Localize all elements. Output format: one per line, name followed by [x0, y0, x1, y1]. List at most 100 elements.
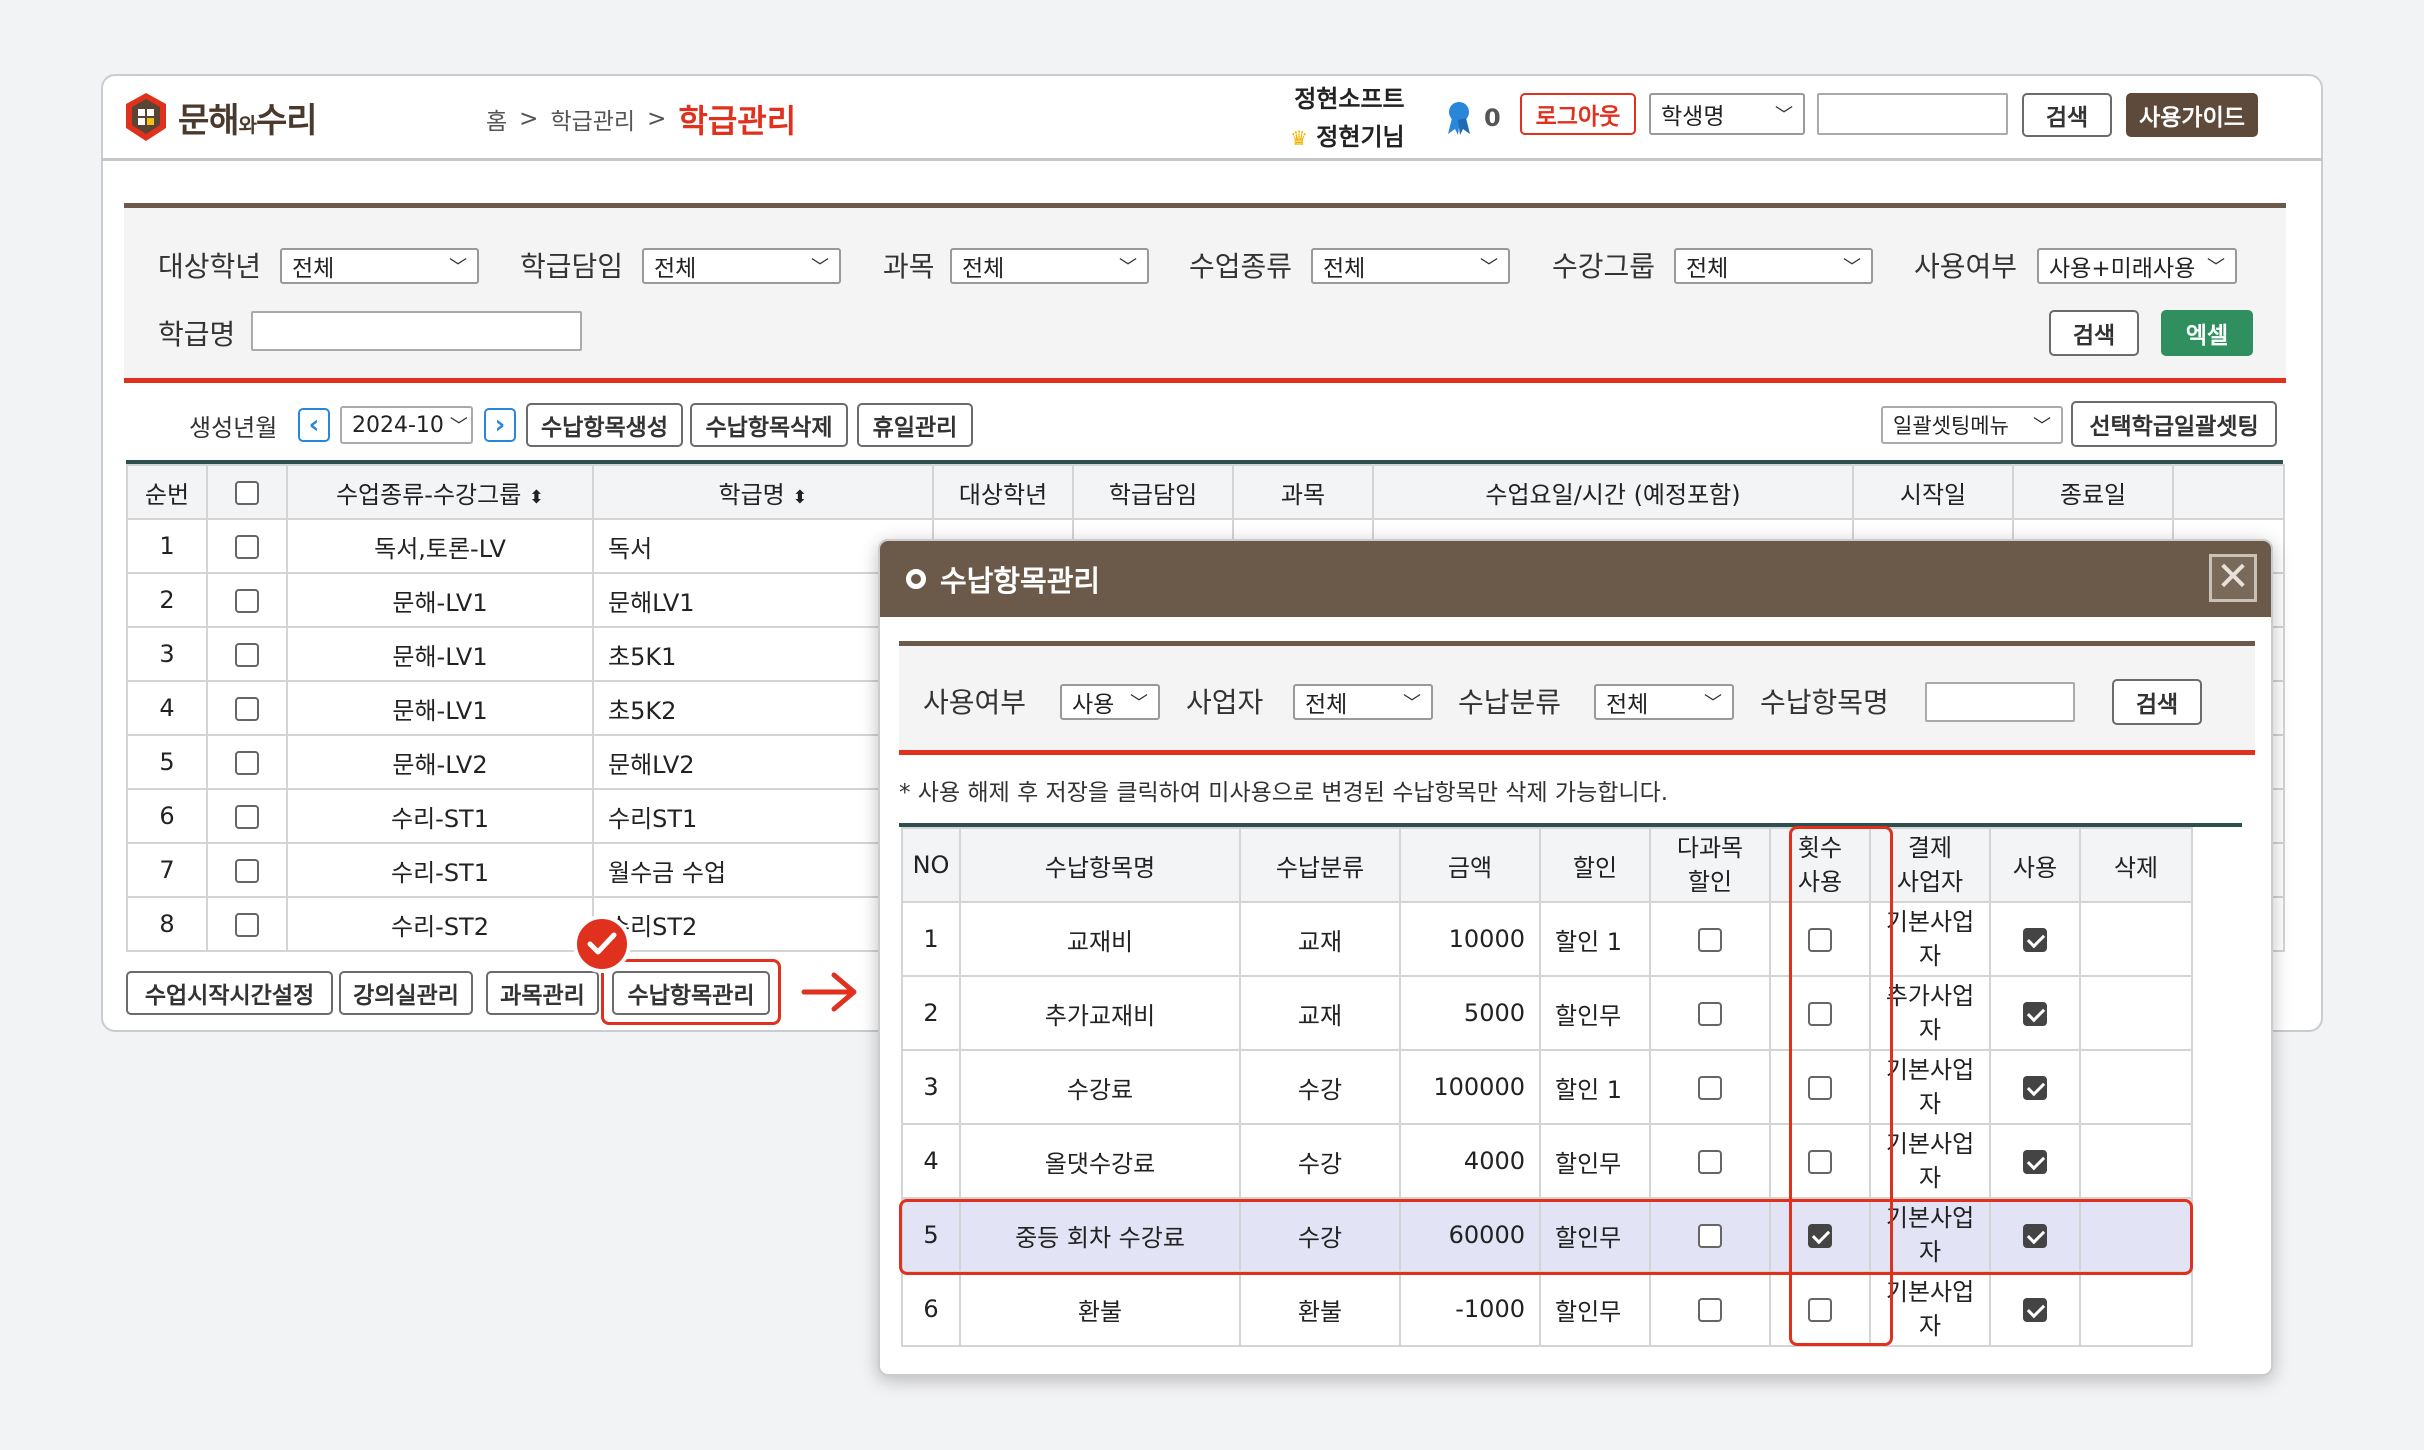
- create-items-button[interactable]: 수납항목생성: [526, 403, 683, 447]
- row-select[interactable]: [206, 896, 288, 952]
- multi-discount-checkbox[interactable]: [1698, 1076, 1722, 1100]
- col-select-all[interactable]: [206, 464, 288, 520]
- row-count-cell[interactable]: [1769, 1123, 1871, 1199]
- row-use-cell[interactable]: [1989, 1271, 2081, 1347]
- multi-discount-checkbox[interactable]: [1698, 1002, 1722, 1026]
- row-select[interactable]: [206, 680, 288, 736]
- breadcrumb-home[interactable]: 홈: [486, 102, 507, 136]
- payment-item-row-highlighted[interactable]: 5 중등 회차 수강료 수강 60000 할인무 기본사업 자: [901, 1197, 2193, 1273]
- row-checkbox[interactable]: [235, 859, 259, 883]
- row-multi-cell[interactable]: [1649, 975, 1771, 1051]
- row-checkbox[interactable]: [235, 805, 259, 829]
- use-checkbox[interactable]: [2023, 1298, 2047, 1322]
- count-use-checkbox[interactable]: [1808, 1298, 1832, 1322]
- prev-month-icon[interactable]: ‹: [298, 408, 330, 442]
- count-use-checkbox[interactable]: [1808, 1002, 1832, 1026]
- modal-use-select[interactable]: 사용 ﹀: [1060, 684, 1160, 720]
- use-select[interactable]: 사용+미래사용 ﹀: [2037, 248, 2237, 284]
- modal-biz-select[interactable]: 전체 ﹀: [1293, 684, 1433, 720]
- modal-search-button[interactable]: 검색: [2112, 679, 2202, 725]
- multi-discount-checkbox[interactable]: [1698, 1150, 1722, 1174]
- room-button[interactable]: 강의실관리: [339, 971, 473, 1015]
- row-use-cell[interactable]: [1989, 1197, 2081, 1273]
- payment-items-button[interactable]: 수납항목관리: [612, 971, 770, 1015]
- payment-item-row[interactable]: 1 교재비 교재 10000 할인 1 기본사업 자: [901, 901, 2193, 977]
- classname-input[interactable]: [251, 311, 582, 351]
- sort-icon[interactable]: ⬍: [792, 487, 807, 508]
- payment-item-row[interactable]: 2 추가교재비 교재 5000 할인무 추가사업 자: [901, 975, 2193, 1051]
- use-checkbox[interactable]: [2023, 928, 2047, 952]
- row-delete[interactable]: [2079, 975, 2193, 1051]
- row-checkbox[interactable]: [235, 643, 259, 667]
- row-count-cell[interactable]: [1769, 901, 1871, 977]
- holiday-button[interactable]: 휴일관리: [857, 403, 973, 447]
- row-checkbox[interactable]: [235, 913, 259, 937]
- subject-mgmt-button[interactable]: 과목관리: [486, 971, 599, 1015]
- count-use-checkbox[interactable]: [1808, 1076, 1832, 1100]
- row-select[interactable]: [206, 572, 288, 628]
- row-delete[interactable]: [2079, 1049, 2193, 1125]
- row-use-cell[interactable]: [1989, 1123, 2081, 1199]
- use-checkbox[interactable]: [2023, 1076, 2047, 1100]
- use-checkbox[interactable]: [2023, 1150, 2047, 1174]
- row-select[interactable]: [206, 518, 288, 574]
- classtype-select[interactable]: 전체 ﹀: [1311, 248, 1510, 284]
- close-icon[interactable]: ✕: [2209, 554, 2257, 602]
- subject-select[interactable]: 전체 ﹀: [950, 248, 1149, 284]
- delete-items-button[interactable]: 수납항목삭제: [690, 403, 848, 447]
- col-name[interactable]: 학급명 ⬍: [592, 464, 934, 520]
- row-count-cell[interactable]: [1769, 1197, 1871, 1273]
- multi-discount-checkbox[interactable]: [1698, 1298, 1722, 1322]
- breadcrumb-class-mgmt[interactable]: 학급관리: [550, 102, 635, 136]
- row-use-cell[interactable]: [1989, 901, 2081, 977]
- row-multi-cell[interactable]: [1649, 1271, 1771, 1347]
- guide-button[interactable]: 사용가이드: [2126, 93, 2258, 137]
- use-checkbox[interactable]: [2023, 1002, 2047, 1026]
- logout-button[interactable]: 로그아웃: [1520, 93, 1636, 135]
- select-all-checkbox[interactable]: [235, 481, 259, 505]
- row-checkbox[interactable]: [235, 697, 259, 721]
- group-select[interactable]: 전체 ﹀: [1674, 248, 1873, 284]
- batch-menu-select[interactable]: 일괄셋팅메뉴 ﹀: [1881, 406, 2063, 444]
- grade-select[interactable]: 전체 ﹀: [280, 248, 479, 284]
- header-search-button[interactable]: 검색: [2022, 93, 2112, 137]
- row-multi-cell[interactable]: [1649, 1197, 1771, 1273]
- row-checkbox[interactable]: [235, 535, 259, 559]
- row-count-cell[interactable]: [1769, 1271, 1871, 1347]
- excel-button[interactable]: 엑셀: [2161, 310, 2253, 356]
- col-group[interactable]: 수업종류-수강그룹 ⬍: [286, 464, 594, 520]
- next-month-icon[interactable]: ›: [484, 408, 516, 442]
- row-multi-cell[interactable]: [1649, 1123, 1771, 1199]
- row-select[interactable]: [206, 626, 288, 682]
- month-select[interactable]: 2024-10 ﹀: [340, 406, 473, 444]
- row-checkbox[interactable]: [235, 589, 259, 613]
- row-use-cell[interactable]: [1989, 975, 2081, 1051]
- modal-category-select[interactable]: 전체 ﹀: [1594, 684, 1734, 720]
- row-select[interactable]: [206, 788, 288, 844]
- row-delete[interactable]: [2079, 1271, 2193, 1347]
- count-use-checkbox[interactable]: [1808, 1224, 1832, 1248]
- row-delete[interactable]: [2079, 1123, 2193, 1199]
- row-multi-cell[interactable]: [1649, 1049, 1771, 1125]
- count-use-checkbox[interactable]: [1808, 928, 1832, 952]
- logo[interactable]: 문해와수리: [124, 91, 318, 143]
- start-time-button[interactable]: 수업시작시간설정: [126, 971, 333, 1015]
- sort-icon[interactable]: ⬍: [529, 487, 544, 508]
- payment-item-row[interactable]: 4 올댓수강료 수강 4000 할인무 기본사업 자: [901, 1123, 2193, 1199]
- header-search-input[interactable]: [1817, 93, 2008, 135]
- multi-discount-checkbox[interactable]: [1698, 1224, 1722, 1248]
- row-multi-cell[interactable]: [1649, 901, 1771, 977]
- row-count-cell[interactable]: [1769, 975, 1871, 1051]
- row-count-cell[interactable]: [1769, 1049, 1871, 1125]
- use-checkbox[interactable]: [2023, 1224, 2047, 1248]
- row-checkbox[interactable]: [235, 751, 259, 775]
- payment-item-row[interactable]: 3 수강료 수강 100000 할인 1 기본사업 자: [901, 1049, 2193, 1125]
- row-delete[interactable]: [2079, 1197, 2193, 1273]
- row-use-cell[interactable]: [1989, 1049, 2081, 1125]
- row-delete[interactable]: [2079, 901, 2193, 977]
- row-select[interactable]: [206, 842, 288, 898]
- count-use-checkbox[interactable]: [1808, 1150, 1832, 1174]
- multi-discount-checkbox[interactable]: [1698, 928, 1722, 952]
- payment-item-row[interactable]: 6 환불 환불 -1000 할인무 기본사업 자: [901, 1271, 2193, 1347]
- filter-search-button[interactable]: 검색: [2049, 310, 2139, 356]
